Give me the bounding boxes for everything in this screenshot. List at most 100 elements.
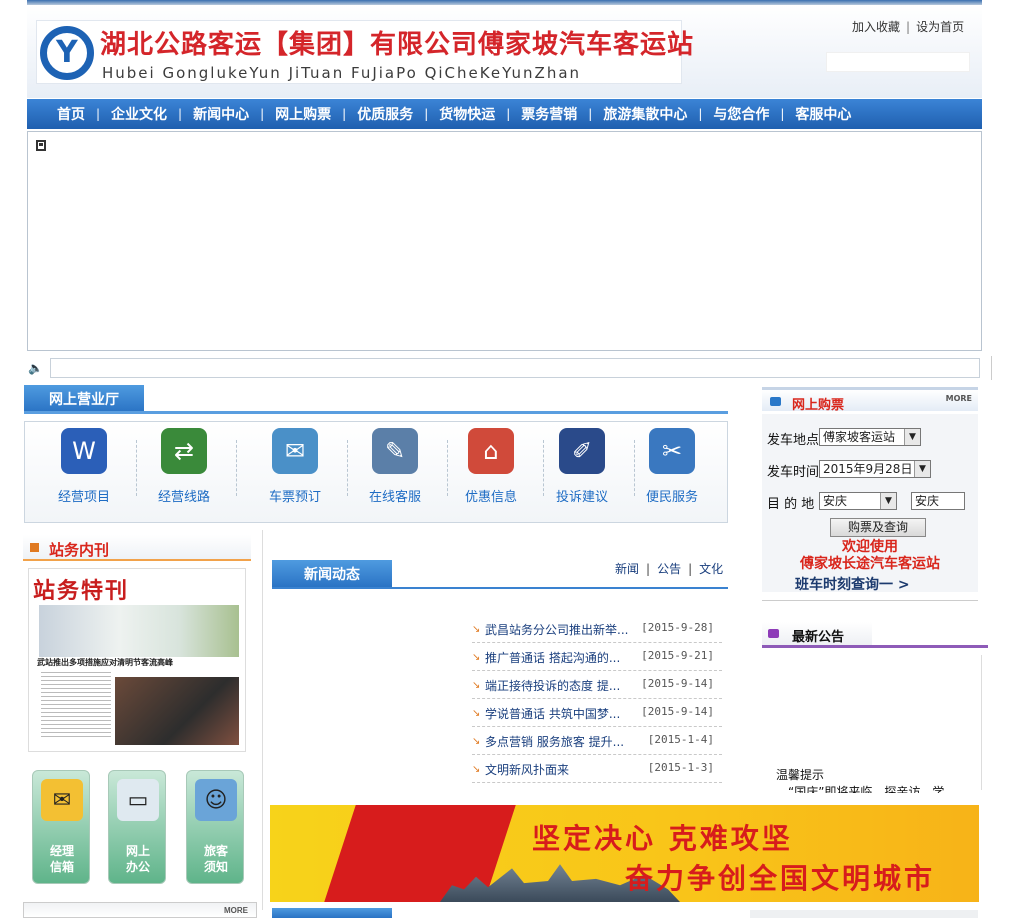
bottom-section-tab (272, 908, 392, 918)
arrow-bullet-icon: ↘ (472, 708, 481, 719)
service-4[interactable]: ✎ 在线客服 (355, 428, 435, 508)
quick-link-label: 旅客 须知 (203, 844, 228, 874)
nav-item[interactable]: 新闻中心 (193, 104, 249, 124)
news-item[interactable]: ↘ 文明新风扑面来 [2015-1-3] (472, 755, 722, 783)
nav-separator: | (588, 107, 593, 121)
nav-item[interactable]: 货物快运 (439, 104, 495, 124)
quick-link-1[interactable]: ✉ 经理 信箱 (32, 770, 90, 884)
nav-separator: | (424, 107, 429, 121)
service-label: 投诉建议 (555, 490, 608, 505)
section-title-news[interactable]: 新闻动态 (272, 560, 392, 587)
announcement-header: 最新公告 (762, 622, 988, 648)
service-7[interactable]: ✂ 便民服务 (632, 428, 712, 508)
news-title[interactable]: 多点营销 服务旅客 提升... (485, 733, 635, 750)
date-select[interactable]: 2015年9月28日 ▼ (819, 460, 931, 478)
service-5[interactable]: ⌂ 优惠信息 (451, 428, 531, 508)
ticket-more-link[interactable]: MORE (946, 394, 972, 403)
magazine-title: 站务内刊 (49, 541, 110, 559)
nav-item[interactable]: 票务营销 (521, 104, 577, 124)
announcement-heading[interactable]: 温馨提示 (776, 766, 824, 783)
globe-house-icon: ⌂ (468, 428, 514, 474)
chevron-down-icon: ▼ (880, 493, 896, 509)
announcement-text: “国庆”即将来临，探亲访、学 (788, 785, 945, 793)
section-underline (272, 587, 728, 589)
civilized-city-banner[interactable]: 坚定决心 克难攻坚 奋力争创全国文明城市 (270, 805, 979, 902)
nav-item[interactable]: 企业文化 (111, 104, 167, 124)
banner-slogan-2: 奋力争创全国文明城市 (625, 862, 936, 895)
site-title: 湖北公路客运【集团】有限公司傅家坡汽车客运站 (100, 30, 695, 60)
network-route-icon: ⇄ (161, 428, 207, 474)
news-item[interactable]: ↘ 端正接待投诉的态度 提... [2015-9-14] (472, 671, 722, 699)
query-ticket-button[interactable]: 购票及查询 (830, 518, 926, 537)
nav-item[interactable]: 与您合作 (713, 104, 769, 124)
news-item[interactable]: ↘ 推广普通话 搭起沟通的... [2015-9-21] (472, 643, 722, 671)
nav-separator: | (342, 107, 347, 121)
nav-item[interactable]: 客服中心 (795, 104, 851, 124)
header-search-box[interactable] (826, 52, 970, 72)
news-category-tab[interactable]: 新闻 (615, 562, 639, 576)
magazine-header: 站务内刊 (23, 535, 251, 561)
play-bullet-icon (770, 397, 781, 406)
news-title[interactable]: 端正接待投诉的态度 提... (485, 677, 635, 694)
landscape-painting (39, 605, 239, 657)
news-date: [2015-9-28] (641, 621, 714, 634)
people-icon: ☺ (195, 779, 237, 821)
nav-separator: | (178, 107, 183, 121)
destination-input[interactable]: 安庆 (911, 492, 965, 510)
add-bookmark-link[interactable]: 加入收藏 (852, 20, 900, 34)
section-underline (24, 411, 728, 414)
news-item[interactable]: ↘ 多点营销 服务旅客 提升... [2015-1-4] (472, 727, 722, 755)
news-title[interactable]: 文明新风扑面来 (485, 761, 635, 778)
chevron-down-icon: ▼ (904, 429, 920, 445)
service-6[interactable]: ✐ 投诉建议 (542, 428, 622, 508)
news-item[interactable]: ↘ 学说普通话 共筑中国梦... [2015-9-14] (472, 699, 722, 727)
company-logo-icon[interactable]: Y (40, 26, 94, 80)
news-category-tab[interactable]: 公告 (657, 562, 681, 576)
service-3[interactable]: ✉ 车票预订 (255, 428, 335, 508)
arrow-bullet-icon: ↘ (472, 624, 481, 635)
monitor-icon: ▭ (117, 779, 159, 821)
ticket-panel-header: 网上购票 MORE (762, 387, 978, 413)
more-link[interactable]: MORE (224, 906, 248, 915)
news-title[interactable]: 武昌站务分公司推出新举... (485, 621, 635, 638)
nav-item[interactable]: 首页 (57, 104, 85, 124)
schedule-query-link[interactable]: 班车时刻查询一 > (795, 574, 910, 594)
quick-link-3[interactable]: ☺ 旅客 须知 (186, 770, 244, 884)
set-homepage-link[interactable]: 设为首页 (916, 20, 964, 34)
ticket-panel-title: 网上购票 (792, 398, 845, 413)
news-category-tab[interactable]: 文化 (699, 562, 723, 576)
destination-select[interactable]: 安庆 ▼ (819, 492, 897, 510)
nav-item[interactable]: 旅游集散中心 (603, 104, 687, 124)
cover-headline: 武站推出多项措施应对清明节客流高峰 (37, 658, 173, 667)
depart-select[interactable]: 傅家坡客运站 ▼ (819, 428, 921, 446)
magazine-cover-image[interactable]: 站务特刊 武站推出多项措施应对清明节客流高峰 (28, 568, 246, 752)
pen-pencil-icon: ✎ (372, 428, 418, 474)
nav-item[interactable]: 优质服务 (357, 104, 413, 124)
cover-article-text (41, 669, 111, 739)
service-2[interactable]: ⇄ 经营线路 (144, 428, 224, 508)
bottom-left-header: MORE (23, 902, 257, 918)
service-divider (236, 440, 237, 496)
top-links: 加入收藏 | 设为首页 (852, 20, 965, 34)
service-1[interactable]: W 经营项目 (44, 428, 124, 508)
arrow-bullet-icon: ↘ (472, 652, 481, 663)
news-title[interactable]: 推广普通话 搭起沟通的... (485, 649, 635, 666)
nav-item[interactable]: 网上购票 (275, 104, 331, 124)
news-title[interactable]: 学说普通话 共筑中国梦... (485, 705, 635, 722)
news-item[interactable]: ↘ 武昌站务分公司推出新举... [2015-9-28] (472, 615, 722, 643)
news-date: [2015-1-4] (647, 733, 714, 746)
bottom-right-header (750, 910, 978, 918)
news-category-tabs: 新闻 | 公告 | 文化 (615, 560, 723, 577)
news-date: [2015-9-21] (641, 649, 714, 662)
main-nav: 首页 | 企业文化 | 新闻中心 | 网上购票 | 优质服务 | 货物快运 | 票务营销 | 旅游集散中心 |… (27, 99, 982, 129)
basket-tools-icon: ✂ (649, 428, 695, 474)
nav-separator: | (506, 107, 511, 121)
flash-banner-area (27, 131, 982, 351)
banner-slogan-1: 坚定决心 克难攻坚 (532, 822, 793, 855)
cover-title: 站务特刊 (33, 578, 130, 604)
service-divider (136, 440, 137, 496)
ticket-envelope-icon: ✉ (272, 428, 318, 474)
nav-separator: | (260, 107, 265, 121)
service-divider (347, 440, 348, 496)
quick-link-2[interactable]: ▭ 网上 办公 (108, 770, 166, 884)
